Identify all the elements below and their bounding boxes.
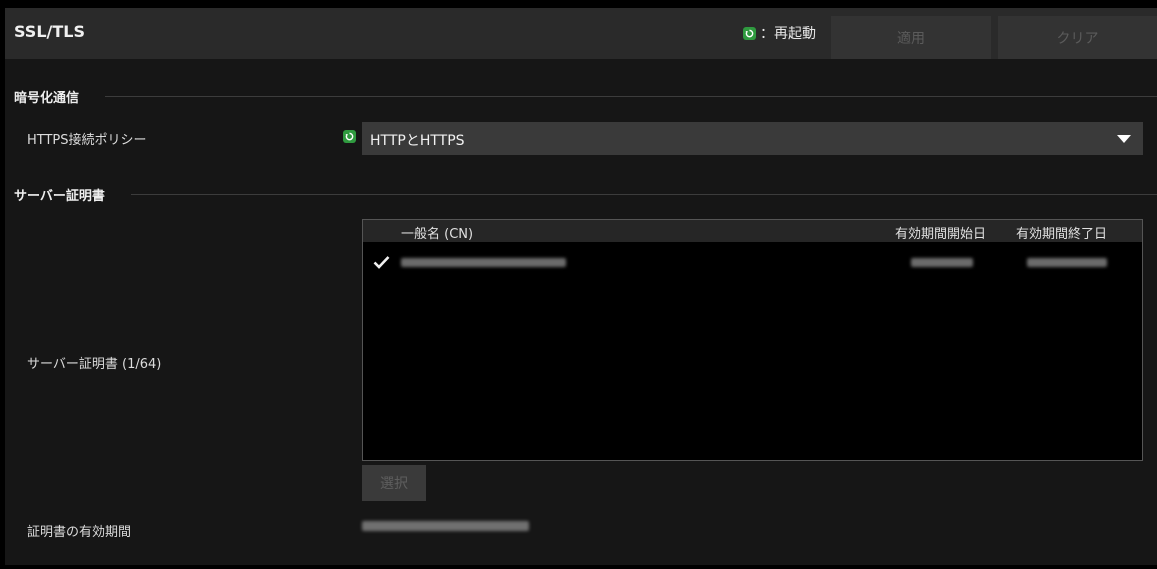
apply-button[interactable]: 適用 (831, 16, 991, 59)
redacted-validity-period (362, 521, 529, 531)
https-policy-value: HTTPとHTTPS (370, 133, 465, 149)
redacted-valid-to (1027, 258, 1107, 267)
restart-legend-text: ：再起動 (760, 26, 816, 42)
clear-button[interactable]: クリア (998, 16, 1157, 59)
check-icon (373, 254, 390, 273)
panel-header: SSL/TLS ：再起動 適用 クリア (5, 8, 1157, 59)
section-divider (131, 194, 1157, 195)
ssl-tls-panel: SSL/TLS ：再起動 適用 クリア 暗号化通信 HTTPS接続ポリシー HT… (5, 8, 1157, 565)
section-title-server-cert: サーバー証明書 (14, 189, 105, 204)
table-header: 一般名 (CN) 有効期間開始日 有効期間終了日 (363, 220, 1142, 242)
section-divider (105, 96, 1157, 97)
column-header-valid-to: 有効期間終了日 (1016, 227, 1108, 242)
column-header-cn: 一般名 (CN) (401, 227, 474, 242)
restart-required-icon (343, 130, 356, 143)
select-button[interactable]: 選択 (362, 465, 426, 501)
section-title-encryption: 暗号化通信 (14, 91, 80, 106)
redacted-common-name (401, 258, 566, 267)
table-row[interactable] (363, 252, 1142, 276)
server-cert-list-label: サーバー証明書 (1/64) (27, 357, 162, 372)
https-policy-label: HTTPS接続ポリシー (27, 133, 147, 148)
top-strip (0, 0, 1157, 8)
restart-legend: ：再起動 (743, 23, 816, 43)
page-title: SSL/TLS (14, 22, 85, 41)
column-header-valid-from: 有効期間開始日 (895, 227, 987, 242)
server-cert-table: 一般名 (CN) 有効期間開始日 有効期間終了日 (362, 219, 1143, 461)
https-policy-select[interactable]: HTTPとHTTPS (362, 122, 1143, 155)
chevron-down-icon (1117, 135, 1131, 143)
restart-icon (743, 26, 756, 40)
cert-validity-label: 証明書の有効期間 (27, 525, 132, 540)
redacted-valid-from (911, 258, 973, 267)
